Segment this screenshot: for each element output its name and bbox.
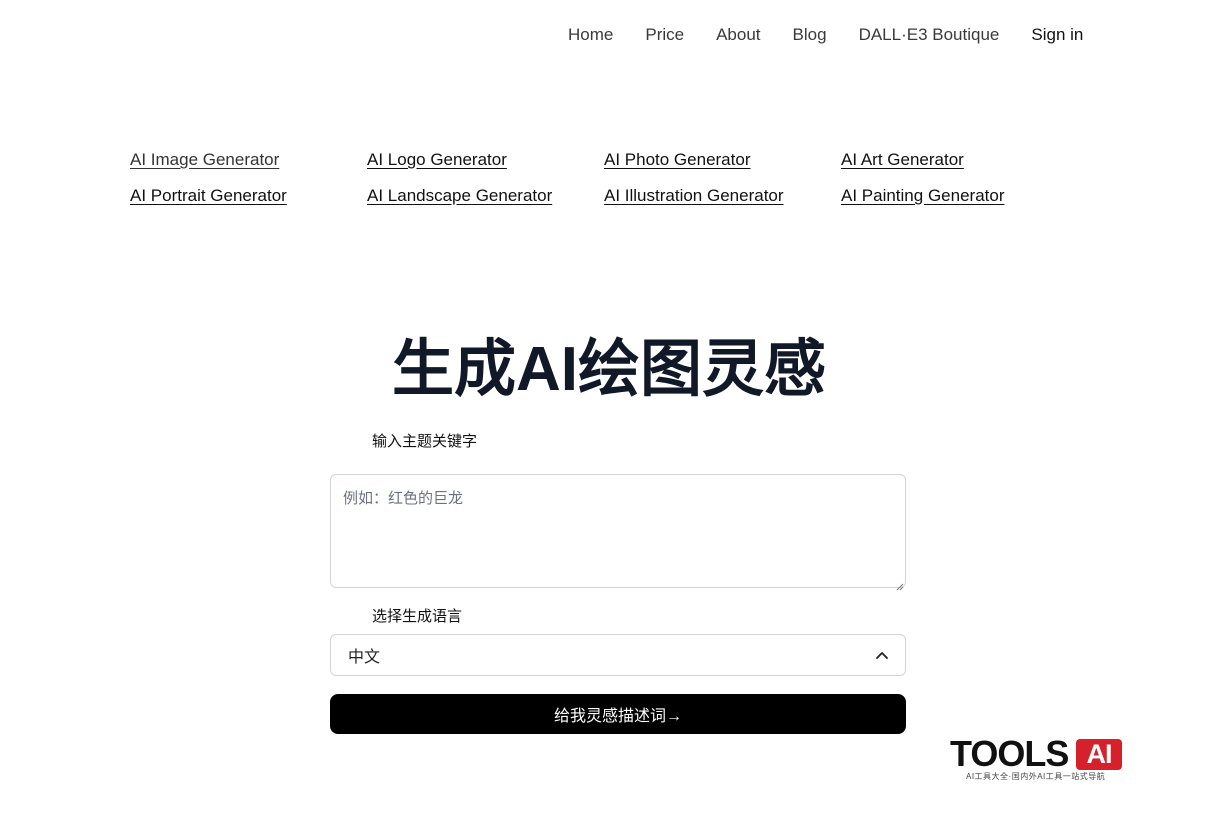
chevron-up-icon: [875, 648, 889, 662]
ai-image-generator-link[interactable]: AI Image Generator: [130, 148, 367, 172]
logo-word: TOOLS: [950, 733, 1069, 774]
sign-in-link[interactable]: Sign in: [1031, 25, 1083, 45]
language-select-value: 中文: [348, 649, 381, 666]
nav-home-link[interactable]: Home: [568, 25, 613, 45]
keyword-label: 输入主题关键字: [372, 433, 478, 450]
nav-about-link[interactable]: About: [716, 25, 760, 45]
ai-logo-generator-link[interactable]: AI Logo Generator: [367, 148, 604, 172]
nav-price-link[interactable]: Price: [645, 25, 684, 45]
nav-blog-link[interactable]: Blog: [793, 25, 827, 45]
ai-portrait-generator-link[interactable]: AI Portrait Generator: [130, 184, 367, 208]
logo-tagline: AI工具大全·国内外AI工具一站式导航: [966, 772, 1106, 781]
generator-links: AI Image Generator AI Logo Generator AI …: [130, 148, 1078, 208]
ai-painting-generator-link[interactable]: AI Painting Generator: [841, 184, 1078, 208]
language-label: 选择生成语言: [372, 608, 463, 625]
ai-illustration-generator-link[interactable]: AI Illustration Generator: [604, 184, 841, 208]
page-title: 生成AI绘图灵感: [391, 335, 826, 404]
logo-ai-badge: AI: [1076, 739, 1122, 770]
language-select[interactable]: 中文: [330, 634, 906, 676]
nav-dalle3-boutique-link[interactable]: DALL·E3 Boutique: [859, 25, 1000, 45]
tools-ai-watermark-logo: TOOLS AI AI工具大全·国内外AI工具一站式导航: [950, 736, 1125, 786]
resize-handle-icon[interactable]: [896, 578, 904, 591]
generate-inspiration-button[interactable]: 给我灵感描述词→: [330, 694, 906, 734]
ai-art-generator-link[interactable]: AI Art Generator: [841, 148, 1078, 172]
keyword-input[interactable]: [330, 474, 906, 588]
ai-photo-generator-link[interactable]: AI Photo Generator: [604, 148, 841, 172]
ai-landscape-generator-link[interactable]: AI Landscape Generator: [367, 184, 604, 208]
top-nav: Home Price About Blog DALL·E3 Boutique S…: [568, 22, 1083, 48]
